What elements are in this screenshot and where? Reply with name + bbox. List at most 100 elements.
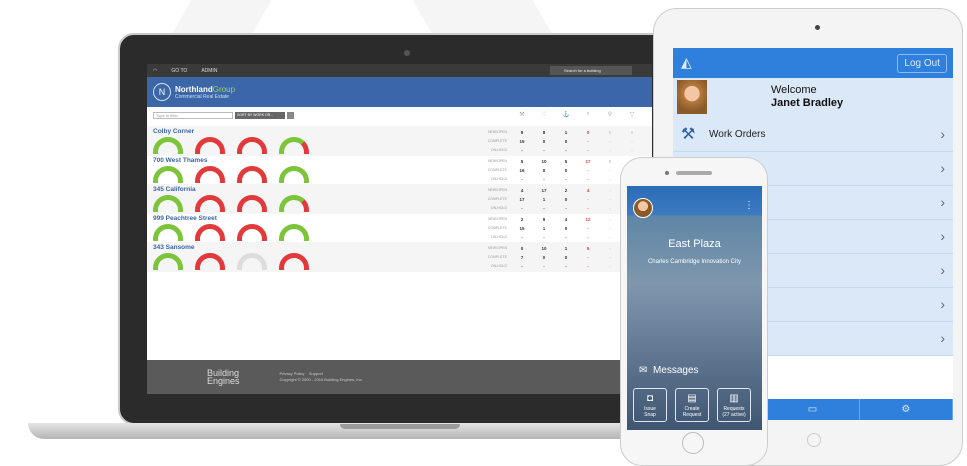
property-row[interactable]: 343 Sansome NEW/OPEN COMPLETE ON-HOLD 0 7- 10 0… bbox=[147, 242, 652, 272]
stat-column: 17 1- bbox=[541, 188, 547, 211]
building-engines-logo-icon: ◭ bbox=[681, 54, 692, 70]
column-icon-3[interactable]: ⌕ bbox=[577, 111, 599, 118]
filter-input[interactable]: Type to filter bbox=[153, 112, 233, 119]
property-name[interactable]: 999 Peachtree Street bbox=[153, 215, 217, 222]
sort-dropdown-icon[interactable] bbox=[287, 112, 294, 119]
gauge-icon bbox=[153, 137, 183, 154]
property-name[interactable]: 345 California bbox=[153, 186, 196, 193]
tablet-header: ◭ Log Out bbox=[673, 48, 953, 78]
requests-button[interactable]: ▥ Requests (27 active) bbox=[717, 388, 751, 422]
sort-button[interactable]: SORT BY WORK OR... bbox=[235, 112, 285, 119]
create-request-button[interactable]: ▤ Create Request bbox=[675, 388, 709, 422]
gauge-icon bbox=[237, 137, 267, 154]
support-link[interactable]: Support bbox=[309, 371, 323, 376]
column-icon-4[interactable]: ⚲ bbox=[599, 111, 621, 118]
column-icon-2[interactable]: ⚓ bbox=[555, 111, 577, 118]
chevron-right-icon: › bbox=[940, 126, 945, 142]
gauge-icon bbox=[195, 195, 225, 212]
more-options-icon[interactable]: ⋮ bbox=[744, 200, 754, 211]
admin-menu[interactable]: ADMIN bbox=[201, 68, 217, 74]
chevron-right-icon: › bbox=[940, 228, 945, 244]
footer: Building Engines Privacy Policy Support C… bbox=[147, 360, 652, 394]
gear-icon[interactable]: ⚙ bbox=[860, 399, 953, 420]
stat-column: 10 0- bbox=[541, 159, 547, 182]
messages-label: Messages bbox=[652, 365, 699, 376]
tools-icon: ⚒ bbox=[681, 126, 696, 143]
brand-subtitle: Commercial Real Estate bbox=[175, 93, 229, 100]
brand-header: N NorthlandGroup Commercial Real Estate bbox=[147, 77, 652, 107]
laptop-screen: ◠ GO TO ADMIN Search for a building N No… bbox=[147, 64, 652, 394]
stat-column: 10- bbox=[564, 246, 568, 269]
stat-column: 9 15- bbox=[519, 130, 525, 153]
menu-item[interactable]: ⚒ Work Orders › bbox=[673, 118, 953, 152]
phone-screen: ⋮ East Plaza Charles Cambridge Innovatio… bbox=[627, 186, 762, 430]
gauge-icon bbox=[279, 253, 309, 270]
status-labels: NEW/OPEN COMPLETE ON-HOLD bbox=[487, 246, 507, 268]
stat-column: --- bbox=[609, 188, 611, 211]
stat-column: 12- - bbox=[585, 217, 591, 240]
stat-column: 5 16- bbox=[519, 159, 525, 182]
privacy-policy-link[interactable]: Privacy Policy bbox=[280, 371, 305, 376]
brand-name: NorthlandGroup bbox=[175, 84, 236, 94]
goto-menu[interactable]: GO TO bbox=[171, 68, 187, 74]
gauge-icon bbox=[153, 166, 183, 183]
property-name[interactable]: 343 Sansome bbox=[153, 244, 195, 251]
column-icon-0[interactable]: ⚒ bbox=[511, 111, 533, 118]
gauge-icon bbox=[153, 224, 183, 241]
gauge-icon bbox=[279, 166, 309, 183]
stat-column: 0-- bbox=[586, 130, 590, 153]
gauge-icon bbox=[153, 195, 183, 212]
property-row[interactable]: 700 West Thames NEW/OPEN COMPLETE ON-HOLD 5 1… bbox=[147, 155, 652, 185]
laptop-notch bbox=[340, 424, 460, 429]
gauge-icon bbox=[195, 224, 225, 241]
message-icon[interactable]: ▭ bbox=[766, 399, 860, 420]
messages-row[interactable]: ✉ Messages bbox=[627, 362, 762, 380]
stat-column: 5-- bbox=[586, 246, 590, 269]
stat-column: 10- bbox=[564, 130, 568, 153]
chevron-right-icon: › bbox=[940, 262, 945, 278]
stat-column: 10 0- bbox=[541, 246, 547, 269]
stat-column: 80- bbox=[542, 130, 546, 153]
chevron-right-icon: › bbox=[940, 296, 945, 312]
camera-icon: ◘ bbox=[646, 393, 654, 404]
gauge-icon bbox=[279, 224, 309, 241]
stat-column: 2 15- bbox=[519, 217, 525, 240]
stat-column: 40- bbox=[564, 217, 568, 240]
status-labels: NEW/OPEN COMPLETE ON-HOLD bbox=[487, 217, 507, 239]
stat-column: --- bbox=[609, 217, 611, 240]
gauge-icon bbox=[279, 195, 309, 212]
column-icon-1[interactable]: ♡ bbox=[533, 111, 555, 118]
building-search-input[interactable]: Search for a building bbox=[550, 66, 632, 75]
building-subtitle: Charles Cambridge Innovation City bbox=[647, 259, 742, 265]
gauge-icon bbox=[237, 166, 267, 183]
property-row[interactable]: Colby Corner NEW/OPEN COMPLETE ON-HOLD 9 15- 8… bbox=[147, 126, 652, 156]
copyright: Copyright © 2000 - 2016 Building Engines… bbox=[279, 377, 363, 382]
status-labels: NEW/OPEN COMPLETE ON-HOLD bbox=[487, 188, 507, 210]
gauge-icon bbox=[195, 253, 225, 270]
status-labels: NEW/OPEN COMPLETE ON-HOLD bbox=[487, 130, 507, 152]
welcome-panel: Welcome Janet Bradley bbox=[673, 78, 953, 118]
chevron-right-icon: › bbox=[940, 330, 945, 346]
chevron-right-icon: › bbox=[940, 160, 945, 176]
phone-camera bbox=[665, 171, 669, 175]
stat-column: 50- bbox=[564, 159, 568, 182]
property-name[interactable]: 700 West Thames bbox=[153, 157, 207, 164]
gauge-icon bbox=[237, 253, 267, 270]
gauge-icon bbox=[153, 253, 183, 270]
logout-button[interactable]: Log Out bbox=[897, 54, 947, 73]
column-icon-5[interactable]: ▽ bbox=[621, 111, 643, 118]
menu-icon[interactable]: ◠ bbox=[153, 68, 157, 74]
property-name[interactable]: Colby Corner bbox=[153, 128, 194, 135]
avatar[interactable] bbox=[633, 198, 653, 218]
property-row[interactable]: 345 California NEW/OPEN COMPLETE ON-HOLD 4 17… bbox=[147, 184, 652, 214]
chevron-right-icon: › bbox=[940, 194, 945, 210]
issue-snap-button[interactable]: ◘ Issue Snap bbox=[633, 388, 667, 422]
tablet-home-button[interactable] bbox=[807, 433, 821, 447]
property-row[interactable]: 999 Peachtree Street NEW/OPEN COMPLETE ON-H… bbox=[147, 213, 652, 243]
gauge-icon bbox=[195, 166, 225, 183]
stat-column: 20- bbox=[564, 188, 568, 211]
stat-column: 4-- bbox=[586, 188, 590, 211]
building-name[interactable]: East Plaza bbox=[627, 238, 762, 250]
phone-home-button[interactable] bbox=[682, 432, 704, 454]
gauge-icon bbox=[237, 195, 267, 212]
